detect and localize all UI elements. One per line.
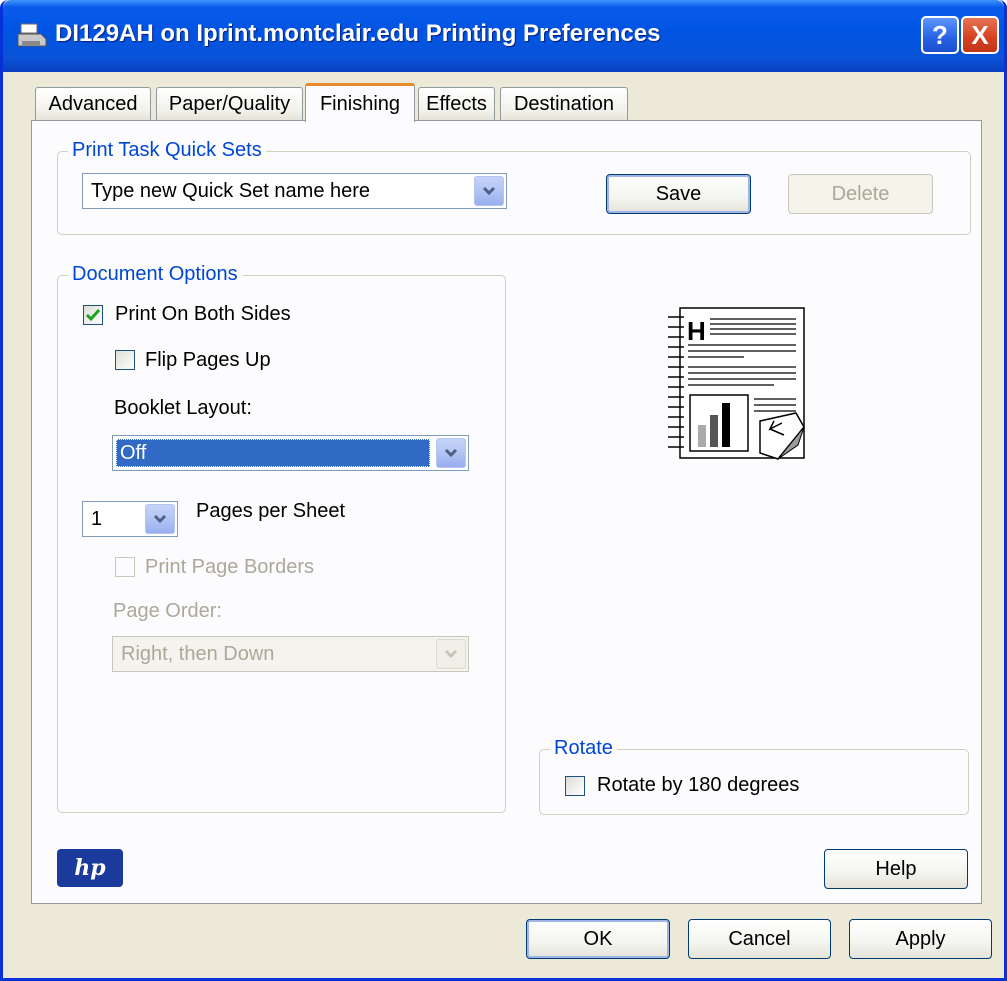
rotate-180-checkbox[interactable] bbox=[565, 776, 585, 796]
tab-destination[interactable]: Destination bbox=[500, 87, 628, 121]
chevron-down-icon[interactable] bbox=[474, 176, 504, 206]
window-title: DI129AH on Iprint.montclair.edu Printing… bbox=[55, 20, 661, 47]
delete-button[interactable]: Delete bbox=[788, 174, 933, 214]
booklet-layout-combo[interactable]: Off bbox=[112, 435, 469, 471]
page-order-value: Right, then Down bbox=[121, 643, 275, 665]
help-button[interactable]: Help bbox=[824, 849, 968, 889]
tab-paper-quality[interactable]: Paper/Quality bbox=[156, 87, 303, 121]
question-icon: ? bbox=[932, 19, 948, 50]
page-order-label: Page Order: bbox=[113, 600, 222, 622]
cancel-button[interactable]: Cancel bbox=[688, 919, 831, 959]
booklet-layout-label: Booklet Layout: bbox=[114, 397, 252, 419]
chevron-down-icon bbox=[436, 639, 466, 669]
print-page-borders-label: Print Page Borders bbox=[145, 556, 314, 578]
hp-logo: hp bbox=[57, 849, 123, 887]
pages-per-sheet-combo[interactable]: 1 bbox=[82, 501, 178, 537]
printer-icon bbox=[17, 23, 47, 47]
chevron-down-icon[interactable] bbox=[145, 504, 175, 534]
ok-button[interactable]: OK bbox=[526, 919, 670, 959]
document-options-title: Document Options bbox=[68, 263, 242, 286]
pages-per-sheet-label: Pages per Sheet bbox=[196, 500, 345, 522]
rotate-180-label[interactable]: Rotate by 180 degrees bbox=[597, 774, 799, 797]
printing-preferences-window: DI129AH on Iprint.montclair.edu Printing… bbox=[0, 0, 1007, 981]
pages-per-sheet-value: 1 bbox=[91, 508, 103, 530]
save-button[interactable]: Save bbox=[606, 174, 751, 214]
rotate-title: Rotate bbox=[550, 737, 617, 760]
close-icon: X bbox=[971, 19, 989, 50]
flip-pages-up-checkbox[interactable] bbox=[115, 350, 135, 370]
apply-button[interactable]: Apply bbox=[849, 919, 992, 959]
quick-sets-title: Print Task Quick Sets bbox=[68, 139, 266, 162]
quick-set-name-value: Type new Quick Set name here bbox=[91, 180, 371, 202]
tab-effects[interactable]: Effects bbox=[418, 87, 495, 121]
flip-pages-up-label[interactable]: Flip Pages Up bbox=[145, 349, 271, 372]
print-both-sides-checkbox[interactable] bbox=[83, 305, 103, 325]
tab-advanced[interactable]: Advanced bbox=[35, 87, 151, 121]
print-page-borders-checkbox[interactable] bbox=[115, 557, 135, 577]
preview-heading-glyph: H bbox=[687, 316, 706, 346]
finishing-tab-page: Print Task Quick Sets Type new Quick Set… bbox=[31, 120, 982, 904]
help-caption-button[interactable]: ? bbox=[921, 16, 959, 54]
chevron-down-icon[interactable] bbox=[436, 438, 466, 468]
booklet-preview-icon: H bbox=[668, 307, 805, 460]
title-bar[interactable]: DI129AH on Iprint.montclair.edu Printing… bbox=[3, 0, 1004, 72]
booklet-layout-value: Off bbox=[116, 439, 430, 467]
checkmark-icon bbox=[85, 309, 101, 322]
page-order-combo[interactable]: Right, then Down bbox=[112, 636, 469, 672]
hp-logo-text: hp bbox=[74, 855, 106, 881]
tab-finishing[interactable]: Finishing bbox=[305, 83, 415, 122]
close-button[interactable]: X bbox=[961, 16, 999, 54]
quick-set-name-combo[interactable]: Type new Quick Set name here bbox=[82, 173, 507, 209]
print-both-sides-label[interactable]: Print On Both Sides bbox=[115, 303, 291, 326]
